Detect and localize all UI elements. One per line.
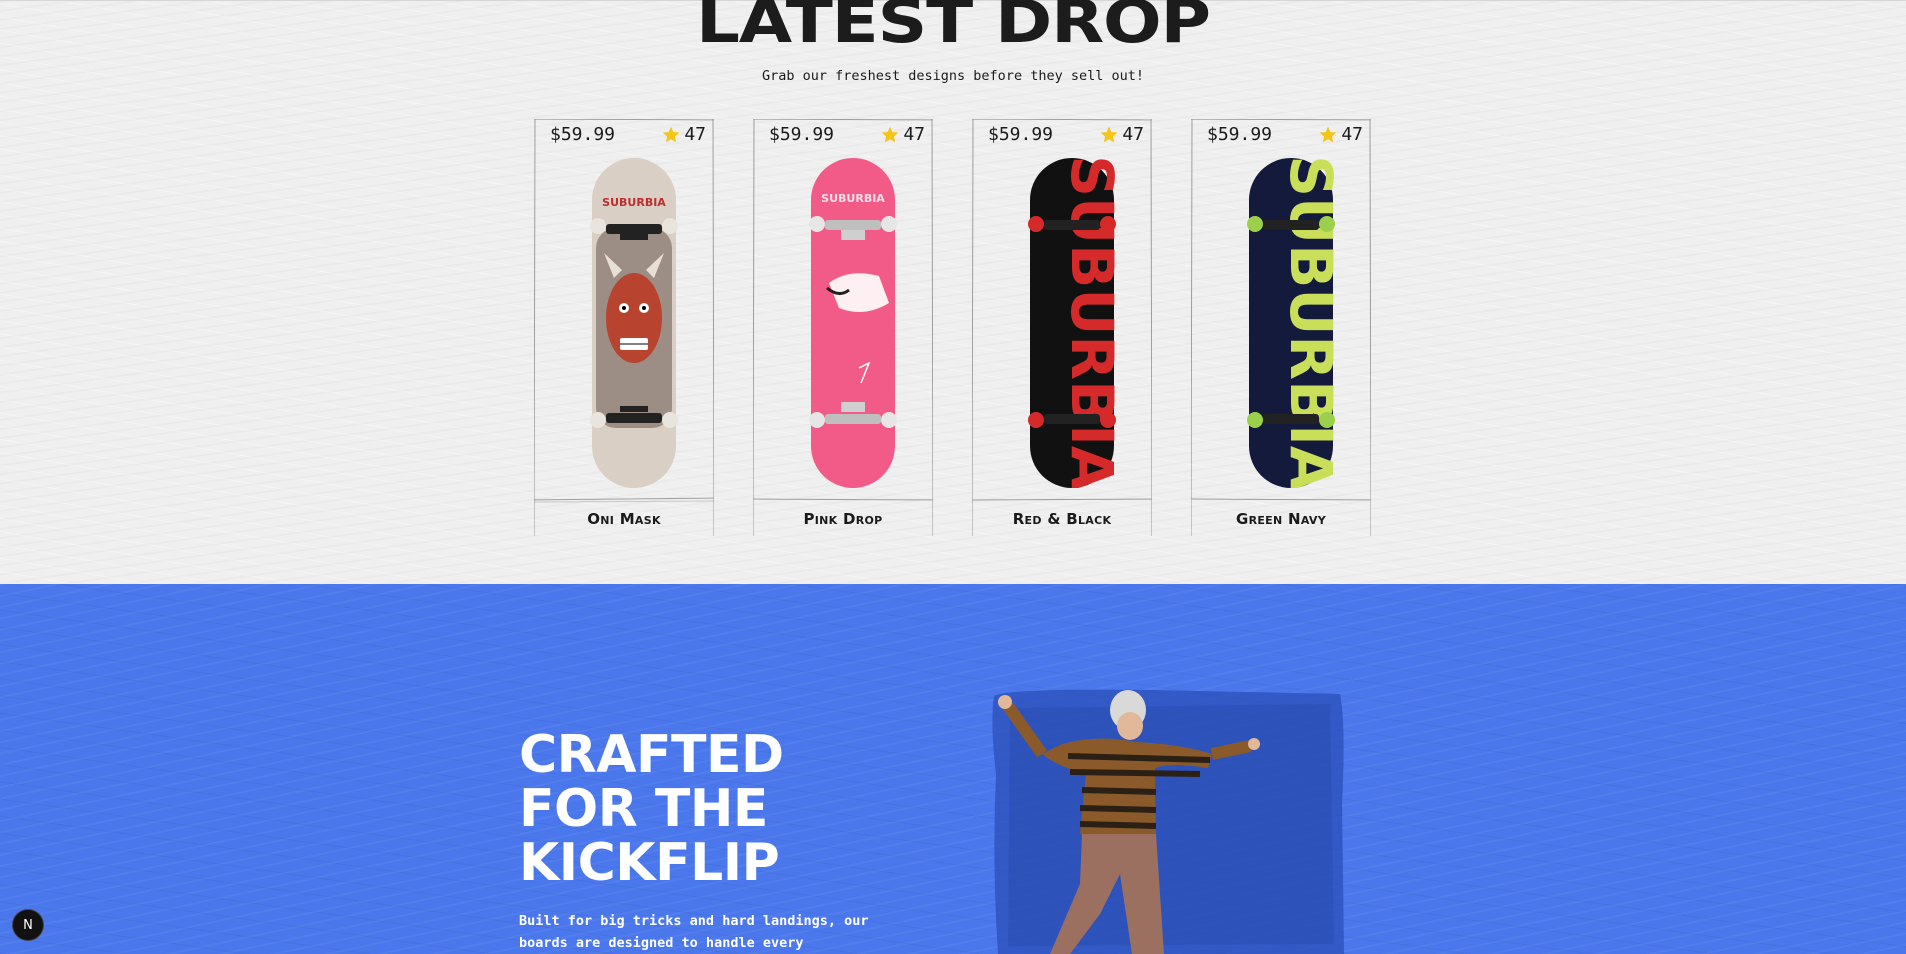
section-title: LATEST DROP	[695, 0, 1211, 57]
headline-line: KICKFLIP	[519, 833, 780, 893]
nextjs-dev-badge[interactable]: N	[13, 910, 43, 940]
product-rating: 47	[880, 124, 925, 145]
star-icon	[882, 126, 899, 143]
product-price: $59.99	[550, 124, 616, 145]
skateboard-image-oni-mask: SUBURBIA	[590, 158, 678, 488]
star-icon	[1101, 126, 1118, 143]
product-card-oni-mask[interactable]: $59.99 47 SUBURBIA Oni Mask	[534, 119, 714, 536]
product-rating: 47	[1318, 124, 1363, 145]
skater-hero-image	[992, 689, 1344, 954]
product-price: $59.99	[769, 124, 835, 145]
rating-count: 47	[1122, 124, 1144, 145]
skateboard-image-red-black: SUBURBIA	[1028, 158, 1116, 488]
board-brand-text: SUBURBIA	[821, 192, 885, 205]
feature-headline: CRAFTED FOR THE KICKFLIP	[519, 728, 939, 890]
product-price: $59.99	[988, 124, 1054, 145]
product-name[interactable]: Red & Black	[972, 510, 1152, 528]
rating-count: 47	[1341, 124, 1363, 145]
product-rating: 47	[661, 124, 706, 145]
product-rating: 47	[1099, 124, 1144, 145]
product-name[interactable]: Oni Mask	[534, 510, 714, 528]
product-card-red-black[interactable]: $59.99 47 SUBURBIA Red & Black	[972, 119, 1152, 536]
feature-section: CRAFTED FOR THE KICKFLIP Built for big t…	[0, 584, 1906, 954]
board-brand-text: SUBURBIA	[602, 196, 666, 209]
skateboard-image-pink-drop: SUBURBIA	[809, 158, 897, 488]
product-card-green-navy[interactable]: $59.99 47 SUBURBIA Green Navy	[1191, 119, 1371, 536]
board-brand-text: SUBURBIA	[1277, 158, 1335, 488]
board-brand-text: SUBURBIA	[1058, 158, 1116, 488]
star-icon	[1320, 126, 1337, 143]
product-card-pink-drop[interactable]: $59.99 47 SUBURBIA Pink Drop	[753, 119, 933, 536]
skateboard-image-green-navy: SUBURBIA	[1247, 158, 1335, 488]
product-price: $59.99	[1207, 124, 1273, 145]
headline-line: CRAFTED	[519, 725, 784, 785]
section-subtitle: Grab our freshest designs before they se…	[761, 68, 1144, 84]
rating-count: 47	[684, 124, 706, 145]
feature-body: Built for big tricks and hard landings, …	[519, 913, 869, 951]
product-name[interactable]: Pink Drop	[753, 510, 933, 528]
rating-count: 47	[903, 124, 925, 145]
star-icon	[663, 126, 680, 143]
product-name[interactable]: Green Navy	[1191, 510, 1371, 528]
latest-drop-section: LATEST DROP Grab our freshest designs be…	[0, 0, 1906, 585]
headline-line: FOR THE	[519, 779, 768, 839]
